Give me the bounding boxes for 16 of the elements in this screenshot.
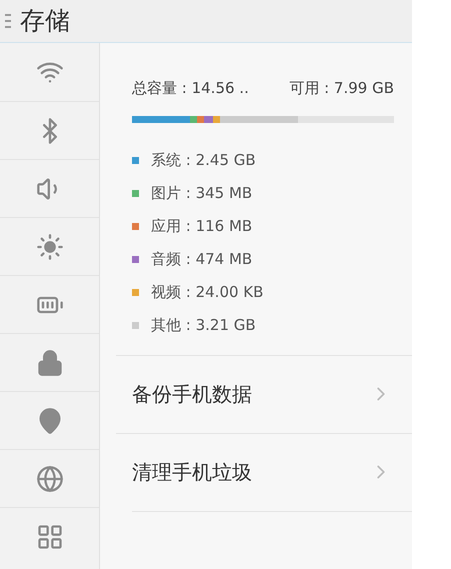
menu-icon[interactable]	[4, 12, 12, 30]
settings-row[interactable]: 备份手机数据	[116, 354, 412, 432]
available-space: 可用 : 7.99 GB	[289, 78, 394, 99]
legend-label: 应用 : 116 MB	[151, 216, 252, 237]
sun-icon[interactable]	[36, 232, 64, 260]
legend-label: 其他 : 3.21 GB	[151, 314, 256, 336]
grid-icon[interactable]	[36, 522, 64, 550]
legend-label: 图片 : 345 MB	[151, 182, 252, 204]
globe-icon[interactable]	[36, 464, 64, 492]
settings-row[interactable]: 清理手机垃圾	[116, 432, 412, 510]
legend-label: 系统 : 2.45 GB	[151, 150, 256, 171]
legend-label: 音频 : 474 MB	[151, 248, 252, 270]
total-capacity: 总容量 : 14.56 ..	[132, 78, 249, 99]
legend-label: 视频 : 24.00 KB	[151, 282, 264, 303]
lock-icon[interactable]	[36, 348, 64, 376]
page-title: 存储	[20, 5, 70, 38]
